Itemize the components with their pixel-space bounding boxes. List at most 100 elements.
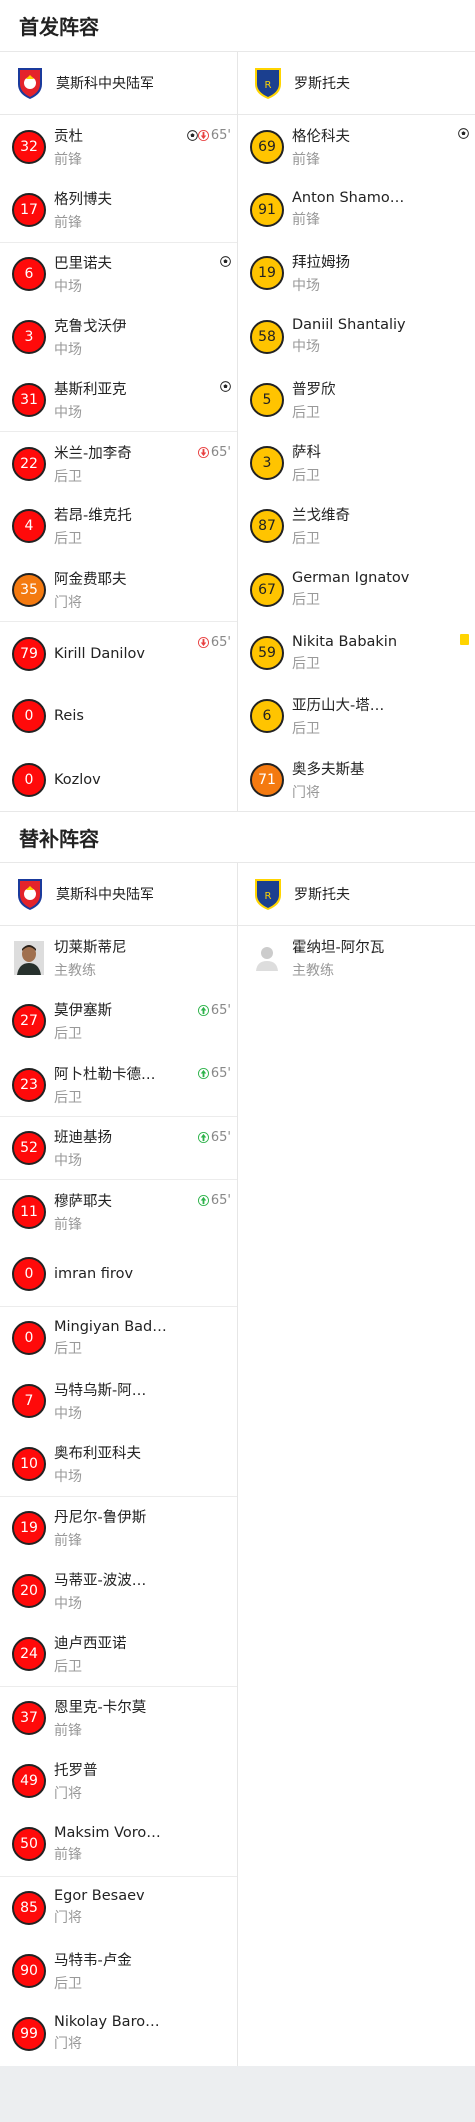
player-row[interactable]: 90 马特韦-卢金 后卫: [0, 1939, 237, 2002]
home-starting-column: 莫斯科中央陆军 32 贡杜 前锋 65' 17 格列博夫 前锋 6 巴里诺夫 中场 3 克鲁戈沃伊 中场…: [0, 52, 238, 812]
player-position: 门将: [54, 2036, 82, 2053]
player-row[interactable]: 20 马蒂亚-波波… 中场: [0, 1559, 237, 1622]
player-name: 拜拉姆扬: [292, 255, 350, 272]
player-info: 米兰-加李奇 后卫: [54, 442, 132, 486]
player-info: 若昂-维克托 后卫: [54, 504, 132, 548]
player-row[interactable]: 6 巴里诺夫 中场: [0, 241, 237, 305]
player-position: 中场: [54, 1469, 82, 1486]
home-subs-team-header[interactable]: 莫斯科中央陆军: [0, 863, 237, 927]
player-row[interactable]: 49 托罗普 门将: [0, 1749, 237, 1812]
player-position: 后卫: [54, 1026, 82, 1043]
away-team-header[interactable]: R 罗斯托夫: [238, 52, 475, 115]
player-row[interactable]: 19 拜拉姆扬 中场: [238, 242, 475, 305]
player-row[interactable]: 6 亚历山大-塔… 后卫: [238, 685, 475, 748]
player-row[interactable]: 69 格伦科夫 前锋: [238, 115, 475, 178]
sub-off-icon: [197, 447, 209, 459]
player-row[interactable]: 24 迪卢西亚诺 后卫: [0, 1623, 237, 1686]
player-row[interactable]: 7 马特乌斯-阿… 中场: [0, 1369, 237, 1432]
player-row[interactable]: 19 丹尼尔-鲁伊斯 前锋: [0, 1495, 237, 1559]
home-team-header[interactable]: 莫斯科中央陆军: [0, 52, 237, 115]
player-row[interactable]: 4 若昂-维克托 后卫: [0, 495, 237, 558]
player-row[interactable]: 27 莫伊塞斯 后卫 65': [0, 990, 237, 1053]
away-coach-name: 霍纳坦-阿尔瓦: [292, 939, 385, 956]
player-row[interactable]: 10 奥布利亚科夫 中场: [0, 1433, 237, 1496]
shirt-number: 90: [12, 1953, 46, 1988]
player-info: Daniil Shantaliy 中场: [292, 317, 406, 356]
goal-ball-icon: [220, 381, 231, 393]
player-info: 阿卜杜勒卡德… 后卫: [54, 1063, 156, 1107]
player-info: German Ignatov 后卫: [292, 570, 409, 609]
player-row[interactable]: 0 Mingiyan Bad… 后卫: [0, 1306, 237, 1369]
player-row[interactable]: 31 基斯利亚克 中场: [0, 368, 237, 431]
player-info: 普罗欣 后卫: [292, 378, 336, 422]
player-row[interactable]: 35 阿金费耶夫 门将: [0, 558, 237, 621]
player-position: 门将: [54, 1910, 82, 1927]
player-row[interactable]: 37 恩里克-卡尔莫 前锋: [0, 1685, 237, 1749]
player-row[interactable]: 0 Reis: [0, 685, 237, 748]
shirt-number: 6: [250, 699, 284, 734]
player-row[interactable]: 0 imran firov: [0, 1243, 237, 1306]
player-row[interactable]: 59 Nikita Babakin 后卫: [238, 621, 475, 684]
shirt-number: 67: [250, 572, 284, 607]
shirt-number: 11: [12, 1194, 46, 1229]
player-name: 格列博夫: [54, 191, 112, 208]
player-row[interactable]: 23 阿卜杜勒卡德… 后卫 65': [0, 1053, 237, 1116]
sub-off-icon: [197, 130, 209, 141]
player-row[interactable]: 11 穆萨耶夫 前锋 65': [0, 1179, 237, 1242]
player-row[interactable]: 50 Maksim Voro… 前锋: [0, 1812, 237, 1875]
player-name: 若昂-维克托: [54, 508, 132, 525]
player-events: 65': [197, 1002, 231, 1018]
lineup-page: 首发阵容 莫斯科中央陆军 32 贡杜 前锋 65' 17 格列博夫 前锋 6 巴里诺夫 中场 3 克鲁…: [0, 0, 475, 2122]
player-row[interactable]: 71 奥多夫斯基 门将: [238, 748, 475, 811]
player-row[interactable]: 5 普罗欣 后卫: [238, 368, 475, 431]
player-row[interactable]: 3 萨科 后卫: [238, 431, 475, 494]
player-row[interactable]: 52 班迪基扬 中场 65': [0, 1116, 237, 1179]
home-subs-column: 莫斯科中央陆军 切莱斯蒂尼 主教练 27 莫伊塞斯 后卫 65' 23 阿卜杜勒卡德… 后卫…: [0, 863, 238, 2066]
player-row[interactable]: 58 Daniil Shantaliy 中场: [238, 305, 475, 368]
player-position: 前锋: [54, 1533, 82, 1550]
shirt-number: 4: [12, 509, 46, 544]
yellow-card-icon: [460, 634, 469, 646]
away-subs-team-header[interactable]: R 罗斯托夫: [238, 863, 475, 927]
player-row[interactable]: 22 米兰-加李奇 后卫 65': [0, 431, 237, 494]
player-info: 马特乌斯-阿… 中场: [54, 1379, 146, 1423]
svg-text:R: R: [265, 80, 272, 91]
player-name: 巴里诺夫: [54, 255, 112, 272]
player-row[interactable]: 99 Nikolay Baro… 门将: [0, 2002, 237, 2065]
player-row[interactable]: 32 贡杜 前锋 65': [0, 115, 237, 178]
player-row[interactable]: 87 兰戈维奇 后卫: [238, 495, 475, 558]
event-minute: 65': [210, 635, 231, 651]
player-position: 后卫: [54, 468, 82, 485]
player-row[interactable]: 85 Egor Besaev 门将: [0, 1875, 237, 1939]
player-position: 后卫: [292, 655, 320, 672]
player-position: 前锋: [292, 212, 320, 229]
shirt-number: 87: [250, 509, 284, 544]
player-row[interactable]: 67 German Ignatov 后卫: [238, 558, 475, 621]
home-starting-list: 32 贡杜 前锋 65' 17 格列博夫 前锋 6 巴里诺夫 中场 3 克鲁戈沃伊 中场 31 基斯利亚克中…: [0, 115, 237, 811]
player-name: Reis: [54, 708, 84, 725]
player-row[interactable]: 79 Kirill Danilov 65': [0, 621, 237, 684]
home-coach-row[interactable]: 切莱斯蒂尼 主教练: [0, 926, 237, 989]
player-row[interactable]: 91 Anton Shamo… 前锋: [238, 178, 475, 241]
event-minute: 65': [210, 1002, 231, 1018]
player-position: 后卫: [54, 531, 82, 548]
player-position: 后卫: [54, 1089, 82, 1106]
player-name: Daniil Shantaliy: [292, 317, 406, 334]
player-events: 65': [197, 1193, 231, 1208]
player-name: 莫伊塞斯: [54, 1003, 112, 1020]
starting-lineup-grid: 莫斯科中央陆军 32 贡杜 前锋 65' 17 格列博夫 前锋 6 巴里诺夫 中场 3 克鲁戈沃伊 中场…: [0, 52, 475, 812]
shirt-number: 58: [250, 319, 284, 354]
player-row[interactable]: 17 格列博夫 前锋: [0, 178, 237, 241]
player-info: Egor Besaev 门将: [54, 1888, 145, 1927]
player-info: 格伦科夫 前锋: [292, 125, 350, 169]
player-info: 马蒂亚-波波… 中场: [54, 1569, 146, 1613]
away-starting-column: R 罗斯托夫 69 格伦科夫 前锋 91 Anton Shamo… 前锋 19 拜拉姆扬 中场 5…: [238, 52, 475, 811]
away-subs-team-name: 罗斯托夫: [294, 887, 350, 904]
away-coach-row[interactable]: 霍纳坦-阿尔瓦 主教练: [238, 926, 475, 989]
player-info: Reis: [54, 708, 84, 724]
player-row[interactable]: 0 Kozlov: [0, 748, 237, 811]
player-info: 恩里克-卡尔莫 前锋: [54, 1696, 146, 1740]
player-row[interactable]: 3 克鲁戈沃伊 中场: [0, 305, 237, 368]
player-name: 阿卜杜勒卡德…: [54, 1066, 156, 1083]
home-coach-role: 主教练: [54, 962, 96, 979]
